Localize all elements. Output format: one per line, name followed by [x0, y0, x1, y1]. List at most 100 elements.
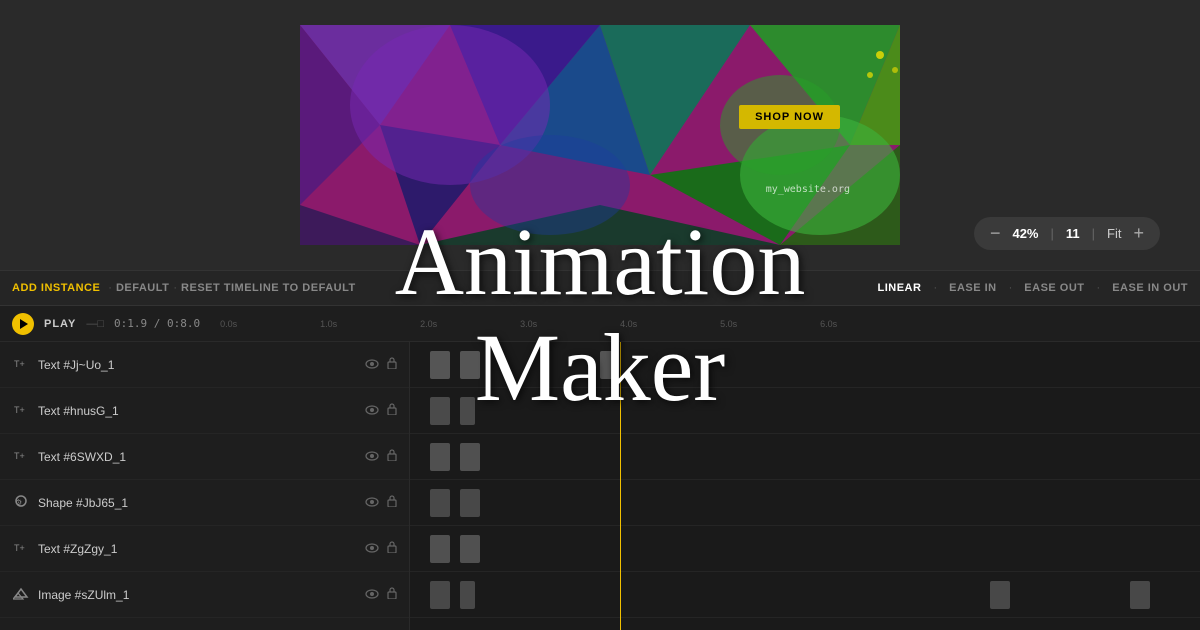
svg-text:T+: T+ [14, 543, 25, 553]
layer-name-5: Image #sZUlm_1 [38, 588, 357, 602]
layer-row-1[interactable]: T+ Text #hnusG_1 [0, 388, 409, 434]
easing-ease-out[interactable]: EASE OUT [1024, 282, 1084, 294]
track-block-4-1[interactable] [460, 535, 480, 563]
layer-row-2[interactable]: T+ Text #6SWXD_1 [0, 434, 409, 480]
track-block-3-0[interactable] [430, 489, 450, 517]
layer-name-1: Text #hnusG_1 [38, 404, 357, 418]
layer-lock-5[interactable] [387, 587, 397, 602]
easing-group: LINEAR · EASE IN · EASE OUT · EASE IN OU… [877, 282, 1188, 294]
tick-12: 6.0s [820, 319, 870, 329]
layer-controls-1 [365, 403, 397, 418]
track-row-0 [410, 342, 1200, 388]
layer-lock-0[interactable] [387, 357, 397, 372]
play-label: PLAY [44, 318, 76, 330]
default-button[interactable]: DEFAULT [116, 282, 169, 294]
separator-dot-1: · [108, 282, 112, 294]
layer-icon-1: T+ [12, 401, 30, 420]
timeline-tracks [410, 342, 1200, 630]
layer-eye-1[interactable] [365, 404, 379, 418]
track-block-5-2[interactable] [990, 581, 1010, 609]
ruler-ticks: 0.0s 1.0s 2.0s 3.0s 4.0s 5.0s 6.0s [210, 306, 1188, 341]
layer-controls-0 [365, 357, 397, 372]
layer-lock-4[interactable] [387, 541, 397, 556]
layer-icon-5 [12, 585, 30, 604]
layer-eye-5[interactable] [365, 588, 379, 602]
svg-text:T+: T+ [14, 451, 25, 461]
zoom-controls: − 42% | 11 | Fit + [974, 217, 1160, 250]
layer-controls-4 [365, 541, 397, 556]
track-block-0-0[interactable] [430, 351, 450, 379]
tick-8: 4.0s [620, 319, 670, 329]
track-block-2-1[interactable] [460, 443, 480, 471]
layer-eye-3[interactable] [365, 496, 379, 510]
layer-controls-5 [365, 587, 397, 602]
svg-text:⚙: ⚙ [15, 498, 22, 507]
track-row-2 [410, 434, 1200, 480]
easing-linear[interactable]: LINEAR [877, 282, 921, 294]
layer-eye-2[interactable] [365, 450, 379, 464]
zoom-out-button[interactable]: − [990, 223, 1001, 244]
layer-lock-3[interactable] [387, 495, 397, 510]
canvas-preview: SHOP NOW my_website.org [300, 25, 900, 245]
track-block-0-2[interactable] [600, 351, 615, 379]
track-block-5-3[interactable] [1130, 581, 1150, 609]
layer-lock-1[interactable] [387, 403, 397, 418]
zoom-separator: | [1051, 226, 1054, 241]
track-block-2-0[interactable] [430, 443, 450, 471]
zoom-page: 11 [1066, 226, 1080, 241]
zoom-in-button[interactable]: + [1133, 223, 1144, 244]
track-block-5-1[interactable] [460, 581, 475, 609]
layer-row-0[interactable]: T+ Text #Jj~Uo_1 [0, 342, 409, 388]
zoom-separator-2: | [1092, 226, 1095, 241]
website-url: my_website.org [766, 184, 850, 195]
layer-name-4: Text #ZgZgy_1 [38, 542, 357, 556]
playhead[interactable] [620, 342, 621, 630]
layer-name-0: Text #Jj~Uo_1 [38, 358, 357, 372]
timeline-ruler: 0.0s 1.0s 2.0s 3.0s 4.0s 5.0s 6.0s [210, 306, 1188, 341]
layer-row-3[interactable]: ⚙Shape #JbJ65_1 [0, 480, 409, 526]
timeline-bar: ADD INSTANCE · DEFAULT · RESET TIMELINE … [0, 270, 1200, 306]
track-row-1 [410, 388, 1200, 434]
track-block-4-0[interactable] [430, 535, 450, 563]
track-block-1-1[interactable] [460, 397, 475, 425]
tick-2: 1.0s [320, 319, 370, 329]
layer-eye-0[interactable] [365, 358, 379, 372]
layer-name-2: Text #6SWXD_1 [38, 450, 357, 464]
zoom-percent: 42% [1012, 226, 1038, 241]
track-block-3-1[interactable] [460, 489, 480, 517]
layer-row-5[interactable]: Image #sZUlm_1 [0, 572, 409, 618]
svg-text:T+: T+ [14, 405, 25, 415]
track-block-1-0[interactable] [430, 397, 450, 425]
layer-icon-0: T+ [12, 355, 30, 374]
play-icon [20, 319, 28, 329]
track-block-5-0[interactable] [430, 581, 450, 609]
track-row-4 [410, 526, 1200, 572]
layers-panel: T+ Text #Jj~Uo_1 T+ Text #hnusG_1 T+ Text #6S… [0, 342, 410, 630]
layer-lock-2[interactable] [387, 449, 397, 464]
layer-controls-3 [365, 495, 397, 510]
tick-0: 0.0s [220, 319, 270, 329]
easing-ease-in-out[interactable]: EASE IN OUT [1112, 282, 1188, 294]
playback-bar: PLAY —□ 0:1.9 / 0:8.0 0.0s 1.0s 2.0s 3.0… [0, 306, 1200, 342]
play-time: 0:1.9 / 0:8.0 [114, 317, 200, 330]
svg-text:T+: T+ [14, 359, 25, 369]
canvas-background [300, 25, 900, 245]
easing-ease-in[interactable]: EASE IN [949, 282, 997, 294]
zoom-fit-button[interactable]: Fit [1107, 226, 1121, 241]
tick-6: 3.0s [520, 319, 570, 329]
layer-icon-3: ⚙ [12, 493, 30, 512]
play-dash: —□ [86, 318, 104, 330]
layer-icon-2: T+ [12, 447, 30, 466]
add-instance-button[interactable]: ADD INSTANCE [12, 282, 100, 294]
tick-10: 5.0s [720, 319, 770, 329]
layer-row-4[interactable]: T+ Text #ZgZgy_1 [0, 526, 409, 572]
canvas-area: SHOP NOW my_website.org − 42% | 11 | Fit… [0, 0, 1200, 270]
track-row-5 [410, 572, 1200, 618]
layer-controls-2 [365, 449, 397, 464]
reset-timeline-button[interactable]: RESET TIMELINE TO DEFAULT [181, 282, 356, 294]
track-row-3 [410, 480, 1200, 526]
shop-now-button[interactable]: SHOP NOW [739, 105, 840, 129]
layer-eye-4[interactable] [365, 542, 379, 556]
track-block-0-1[interactable] [460, 351, 480, 379]
play-button[interactable] [12, 313, 34, 335]
